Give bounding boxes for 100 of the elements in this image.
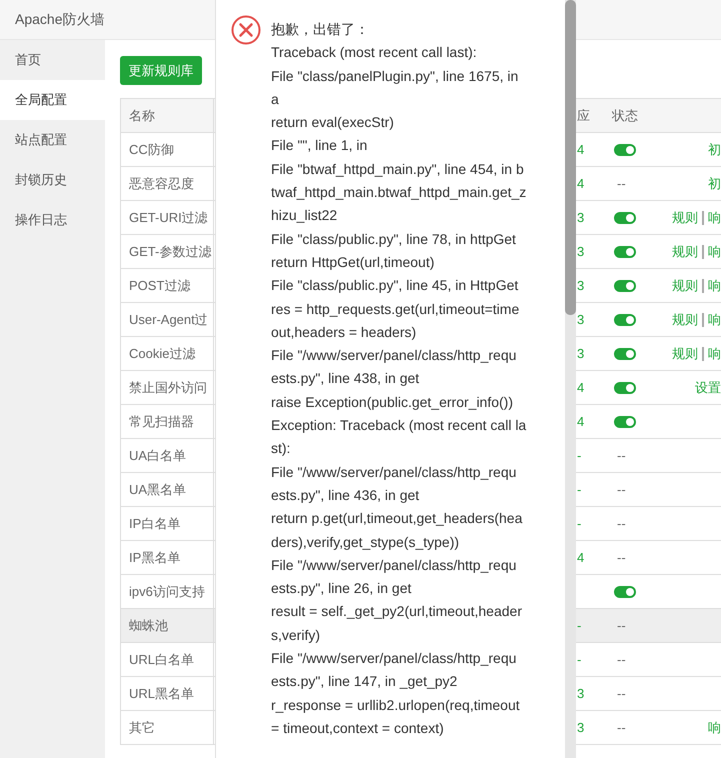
error-message-line: ders),verify,get_stype(s_type)) xyxy=(271,532,460,552)
table-cell-text: -- xyxy=(616,174,626,193)
action-link[interactable]: 规则 xyxy=(672,276,698,296)
sidebar-item[interactable]: 操作日志 xyxy=(0,200,105,240)
error-message-line: twaf_httpd_main.btwaf_httpd_main.get_z xyxy=(271,183,528,202)
table-cell-text: 4 xyxy=(577,378,584,397)
action-link[interactable]: 响 xyxy=(708,242,721,262)
error-message-line: File "btwaf_httpd_main.py", line 454, in b xyxy=(271,160,525,179)
error-message-line: st): xyxy=(271,439,292,458)
table-cell-text: -- xyxy=(616,446,626,465)
error-message-line: s,verify) xyxy=(271,626,321,645)
action-link[interactable]: 响 xyxy=(708,310,721,330)
action-link[interactable]: 规则 xyxy=(672,242,698,262)
table-cell-text: 4 xyxy=(577,548,584,567)
table-cell-text: - xyxy=(577,650,582,669)
app-title: Apache防火墙 xyxy=(15,10,104,29)
error-heading: 抱歉，出错了： xyxy=(271,20,370,39)
action-link[interactable]: 响 xyxy=(708,276,721,296)
error-message-line: File "/www/server/panel/class/http_requ xyxy=(271,346,518,366)
toggle-switch[interactable] xyxy=(614,416,636,428)
table-cell-text: - xyxy=(577,446,582,465)
sidebar-item[interactable]: 首页 xyxy=(0,40,105,80)
error-message-line: File "/www/server/panel/class/http_requ xyxy=(271,462,518,482)
sidebar-item[interactable]: 封锁历史 xyxy=(0,160,105,200)
table-cell-text: - xyxy=(577,616,582,635)
table-cell-text: 3 xyxy=(577,310,584,329)
table-header-cell-text: 状态 xyxy=(610,106,639,125)
error-message-line: File "class/panelPlugin.py", line 1675, in xyxy=(271,66,520,86)
action-link[interactable]: 规则 xyxy=(672,310,698,330)
toggle-switch[interactable] xyxy=(614,382,636,394)
table-cell-text: -- xyxy=(616,548,626,567)
table-cell-text: 3 xyxy=(577,276,584,295)
table-cell: 常见扫描器 xyxy=(121,405,214,438)
action-link[interactable]: 初 xyxy=(708,140,721,160)
error-message-line: out,headers = headers) xyxy=(271,322,418,342)
table-cell: 其它 xyxy=(121,711,214,744)
error-message-line: return HttpGet(url,timeout) xyxy=(271,252,436,272)
error-message-line: r_response = urllib2.urlopen(req,timeout xyxy=(271,696,521,715)
action-link[interactable]: 规则 xyxy=(672,344,698,364)
error-message-line: return p.get(url,timeout,get_headers(hea xyxy=(271,509,524,528)
error-message-line: res = http_requests.get(url,timeout=time xyxy=(271,300,520,319)
table-cell-text: 3 xyxy=(577,344,584,363)
error-message-line: ests.py", line 147, in _get_py2 xyxy=(271,672,458,692)
toggle-switch[interactable] xyxy=(614,314,636,326)
action-link[interactable]: 规则 xyxy=(672,208,698,228)
error-message-line: Traceback (most recent call last): xyxy=(271,43,478,62)
error-message-line: ests.py", line 436, in get xyxy=(271,486,420,505)
error-message-line: File "class/public.py", line 78, in httpGet xyxy=(271,230,517,249)
error-message-line: ests.py", line 438, in get xyxy=(271,369,420,388)
toggle-switch[interactable] xyxy=(614,144,636,156)
table-cell: CC防御 xyxy=(121,133,214,166)
error-message-line: File "class/public.py", line 45, in HttpGet xyxy=(271,276,520,296)
table-cell: ipv6访问支持 xyxy=(121,575,214,608)
table-header-cell: 名称 xyxy=(121,99,214,132)
action-link[interactable]: 响 xyxy=(708,344,721,364)
error-message-line: = timeout,context = context) xyxy=(271,718,445,738)
toggle-switch[interactable] xyxy=(614,212,636,224)
table-cell-text: 4 xyxy=(577,412,584,431)
table-cell-text: - xyxy=(577,480,582,499)
table-cell-text: 3 xyxy=(577,208,584,227)
error-message-line: result = self._get_py2(url,timeout,header xyxy=(271,602,523,622)
table-cell-text: 3 xyxy=(577,242,584,261)
table-cell: IP白名单 xyxy=(121,507,214,540)
sidebar-item[interactable]: 全局配置 xyxy=(0,80,105,120)
action-link[interactable]: 响 xyxy=(708,718,721,738)
table-cell: User-Agent过 xyxy=(121,303,214,336)
table-cell-text: 3 xyxy=(577,684,584,703)
error-message-line: hizu_list22 xyxy=(271,206,338,226)
error-message-line: ests.py", line 26, in get xyxy=(271,579,412,598)
table-cell-text: -- xyxy=(616,684,626,703)
toggle-switch[interactable] xyxy=(614,246,636,258)
table-cell: 恶意容忍度 xyxy=(121,167,214,200)
table-cell-text: -- xyxy=(616,480,626,499)
table-cell: GET-参数过滤 xyxy=(121,235,214,268)
table-cell-text: -- xyxy=(616,650,626,669)
table-cell: GET-URI过滤 xyxy=(121,201,214,234)
table-cell-text: 4 xyxy=(577,140,584,159)
table-cell-text: 4 xyxy=(577,174,584,193)
error-message-line: a xyxy=(271,90,280,109)
toggle-switch[interactable] xyxy=(614,348,636,360)
error-message-line: File "/www/server/panel/class/http_requ xyxy=(271,649,518,668)
scrollbar-thumb[interactable] xyxy=(565,0,576,315)
error-message-line: return eval(execStr) xyxy=(271,113,395,132)
action-link[interactable]: 响 xyxy=(708,208,721,228)
table-cell: 蜘蛛池 xyxy=(121,609,214,642)
table-cell-text: 3 xyxy=(577,718,584,737)
error-message-line: raise Exception(public.get_error_info()) xyxy=(271,392,514,412)
error-message-line: Exception: Traceback (most recent call la xyxy=(271,416,528,436)
action-link[interactable]: 初 xyxy=(708,174,721,194)
table-header-cell-text: 应 xyxy=(576,106,591,125)
table-cell: URL白名单 xyxy=(121,643,214,676)
table-cell: UA白名单 xyxy=(121,439,214,472)
toggle-switch[interactable] xyxy=(614,586,636,598)
table-cell: UA黑名单 xyxy=(121,473,214,506)
update-rules-button[interactable]: 更新规则库 xyxy=(120,56,202,85)
table-cell: IP黑名单 xyxy=(121,541,214,574)
toggle-switch[interactable] xyxy=(614,280,636,292)
table-cell-text: -- xyxy=(616,616,626,635)
action-link[interactable]: 设置 xyxy=(695,378,721,398)
sidebar-item[interactable]: 站点配置 xyxy=(0,120,105,160)
